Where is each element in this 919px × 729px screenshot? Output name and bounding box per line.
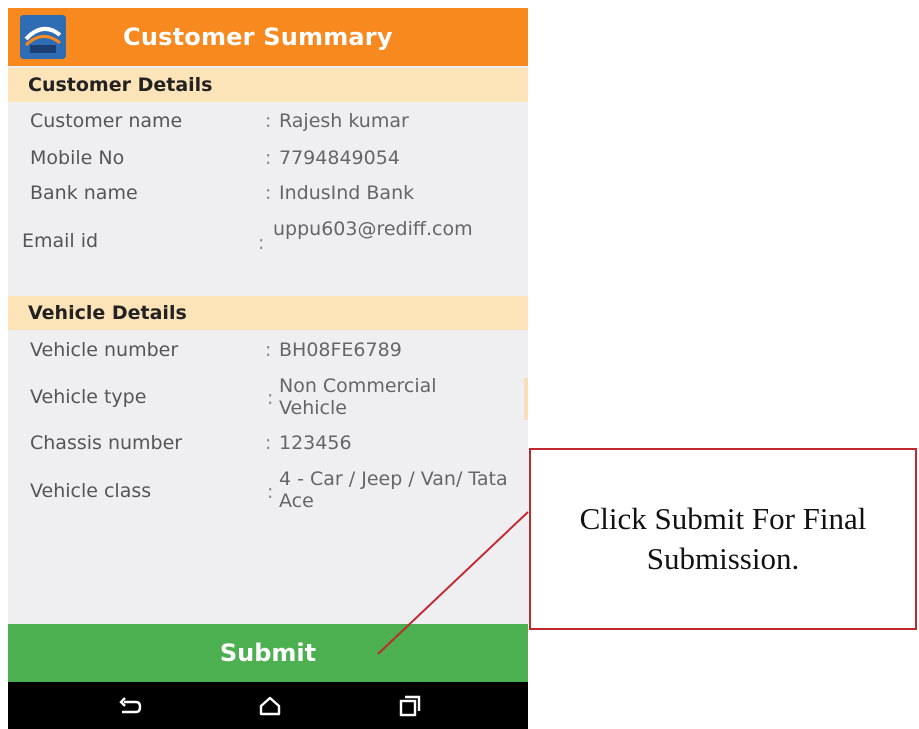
colon-separator: : xyxy=(265,110,272,132)
app-logo-icon xyxy=(20,15,66,59)
callout-text: Click Submit For Final Submission. xyxy=(579,501,867,576)
detail-value: Non Commercial Vehicle xyxy=(279,375,437,419)
detail-value: Rajesh kumar xyxy=(279,110,409,132)
back-icon[interactable] xyxy=(116,692,144,720)
detail-label: Bank name xyxy=(30,182,138,204)
detail-value: IndusInd Bank xyxy=(279,182,415,204)
customer-details-header: Customer Details xyxy=(8,68,528,102)
detail-value: 123456 xyxy=(279,432,352,454)
scroll-edge-indicator xyxy=(524,378,528,420)
colon-separator: : xyxy=(258,232,265,254)
home-icon[interactable] xyxy=(256,692,284,720)
detail-label: Vehicle type xyxy=(30,386,147,408)
detail-value: 7794849054 xyxy=(279,147,400,169)
colon-separator: : xyxy=(267,387,274,409)
detail-label: Vehicle class xyxy=(30,480,152,502)
android-nav-bar xyxy=(8,682,528,729)
detail-value: 4 - Car / Jeep / Van/ Tata Ace xyxy=(279,468,508,512)
detail-label: Email id xyxy=(22,230,99,252)
detail-value: uppu603@rediff.com xyxy=(273,218,473,240)
vehicle-details-header: Vehicle Details xyxy=(8,296,528,330)
detail-label: Vehicle number xyxy=(30,339,179,361)
recents-icon[interactable] xyxy=(396,692,424,720)
detail-label: Customer name xyxy=(30,110,183,132)
app-bar: Customer Summary xyxy=(8,8,528,66)
colon-separator: : xyxy=(265,182,272,204)
colon-separator: : xyxy=(265,339,272,361)
detail-value: BH08FE6789 xyxy=(279,339,402,361)
instruction-callout: Click Submit For Final Submission. xyxy=(529,448,917,630)
submit-button[interactable]: Submit xyxy=(8,624,528,682)
colon-separator: : xyxy=(267,481,274,503)
detail-label: Mobile No xyxy=(30,147,125,169)
detail-label: Chassis number xyxy=(30,432,183,454)
colon-separator: : xyxy=(265,147,272,169)
page-title: Customer Summary xyxy=(123,23,393,51)
colon-separator: : xyxy=(265,432,272,454)
phone-screen: Customer Summary Customer Details Custom… xyxy=(8,8,528,729)
